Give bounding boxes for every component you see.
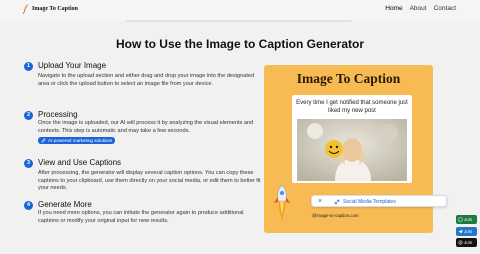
example-photo [297, 119, 407, 181]
step-number: 1 [24, 62, 33, 71]
nav-contact[interactable]: Contact [434, 5, 456, 12]
popup-close-button[interactable]: × [318, 198, 322, 205]
step-title: Generate More [38, 200, 92, 209]
quill-icon [23, 4, 29, 14]
step-description: After processing, the generator will dis… [38, 170, 261, 191]
step-title: View and Use Captions [38, 158, 122, 167]
threads-join-button[interactable]: Join [456, 238, 477, 247]
whatsapp-join-button[interactable]: Join [456, 215, 477, 224]
link-icon [41, 138, 46, 143]
step-number: 2 [24, 111, 33, 120]
social-templates-popup: × Social Media Templates [311, 195, 447, 207]
step-description: Navigate to the upload section and eithe… [38, 73, 255, 87]
page-title: How to Use the Image to Caption Generato… [115, 37, 365, 51]
step-description: If you need more options, you can initia… [38, 210, 244, 224]
nav-about[interactable]: About [410, 5, 427, 12]
brand-name: Image To Caption [32, 6, 79, 12]
social-templates-link[interactable]: Social Media Templates [334, 199, 396, 205]
step-title: Processing [38, 110, 78, 119]
join-label: Join [464, 217, 473, 222]
nav-home[interactable]: Home [385, 5, 402, 12]
join-label: Join [464, 240, 473, 245]
popup-link-label: Social Media Templates [343, 199, 396, 205]
brand[interactable]: Image To Caption [23, 4, 78, 14]
header-divider [126, 20, 352, 22]
caption-panel: Every time I get notified that someone j… [292, 95, 412, 183]
step-title: Upload Your Image [38, 61, 107, 70]
threads-icon [458, 240, 463, 245]
card-title: Image To Caption [296, 71, 401, 86]
whatsapp-icon [458, 217, 463, 222]
navbar: Image To Caption Home About Contact [0, 0, 480, 20]
telegram-join-button[interactable]: Join [456, 227, 477, 236]
card-footer: @image-to-caption.com [312, 213, 359, 218]
caption-text: Every time I get notified that someone j… [296, 100, 408, 114]
step-number: 3 [24, 159, 33, 168]
join-label: Join [464, 229, 473, 234]
badge-label: AI-powered marketing solutions [48, 138, 113, 143]
link-icon [334, 199, 340, 205]
rocket-icon [274, 184, 290, 221]
main-nav: Home About Contact [385, 5, 456, 12]
telegram-icon [458, 229, 463, 234]
step-description: Once the image is uploaded, our AI will … [38, 120, 254, 134]
step-number: 4 [24, 201, 33, 210]
ai-badge[interactable]: AI-powered marketing solutions [38, 137, 116, 144]
